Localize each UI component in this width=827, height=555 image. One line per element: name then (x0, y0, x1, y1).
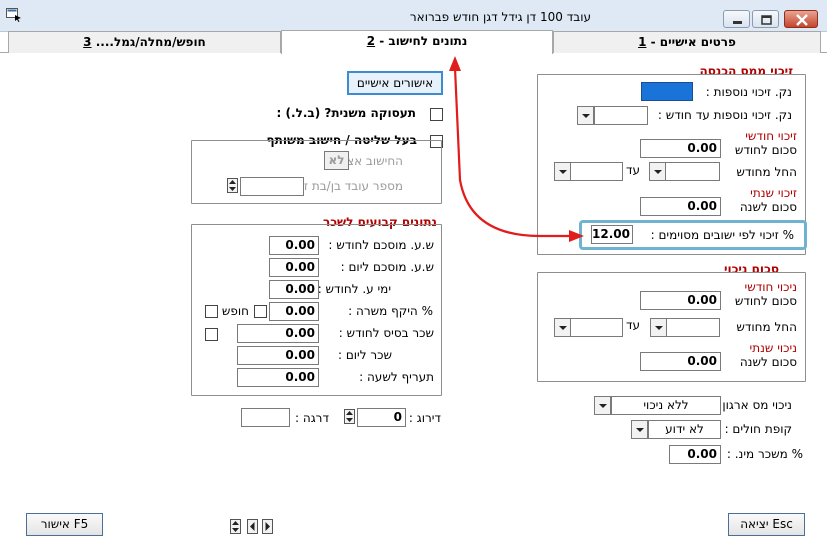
chevron-left-icon (250, 522, 255, 531)
up-down-icon (232, 521, 239, 532)
next-record-button[interactable] (262, 519, 273, 534)
exit-esc-button[interactable]: יציאה Esc (728, 513, 805, 536)
annotation-arrow (449, 56, 584, 242)
previous-record-button[interactable] (247, 519, 258, 534)
ok-f5-button[interactable]: אישור F5 (26, 513, 103, 536)
record-spinner[interactable] (230, 519, 241, 534)
chevron-right-icon (265, 522, 270, 531)
